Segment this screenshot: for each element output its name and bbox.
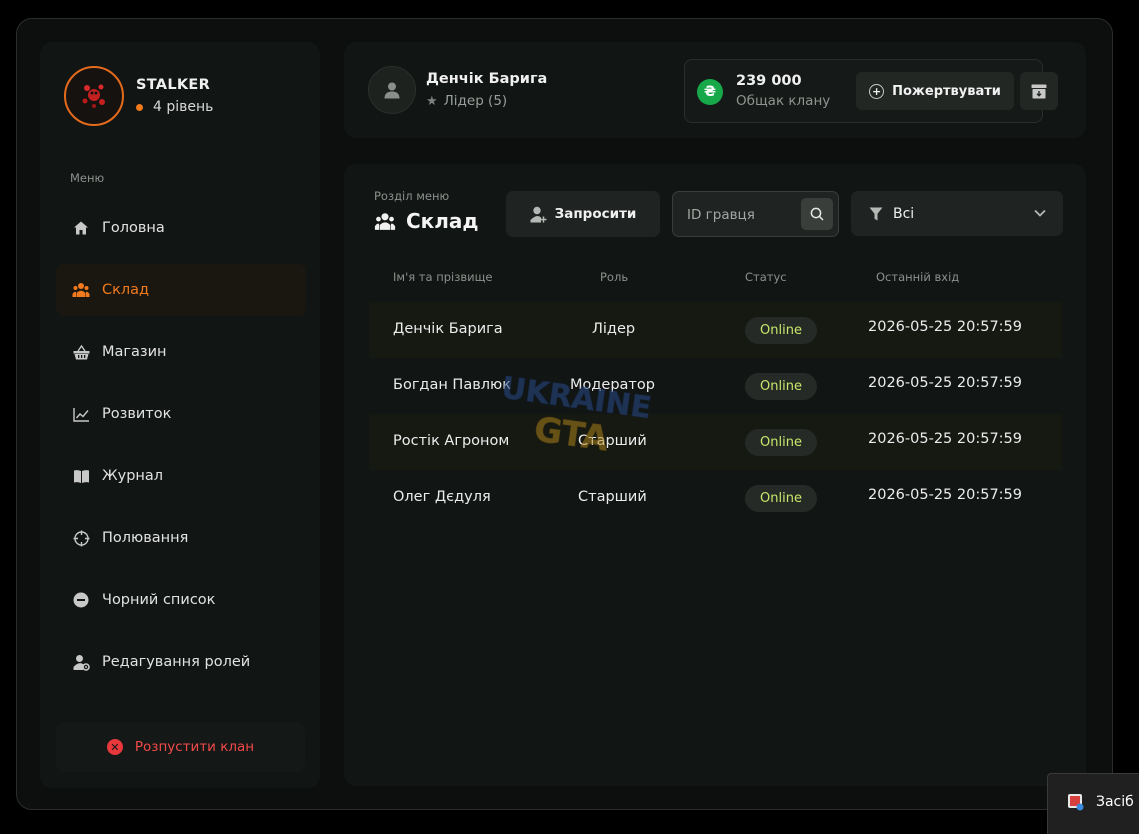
status-badge: Online [745,485,817,512]
taskbar-window-preview[interactable]: Засіб з [1047,773,1139,834]
clan-avatar [64,66,124,126]
sidebar-item-label: Журнал [102,468,164,484]
member-role: Старший [578,433,647,449]
invite-button[interactable]: Запросити [506,191,660,237]
sidebar-item-home[interactable]: Головна [56,202,306,254]
sidebar-item-shop[interactable]: Магазин [56,326,306,378]
role-filter-select[interactable]: Всі [851,191,1063,236]
clan-name: STALKER [136,77,211,93]
member-last-login: 2026-05-25 20:57:59 [868,319,1022,335]
archive-icon [1031,84,1047,98]
sidebar-item-label: Магазин [102,344,167,360]
leader-info: Денчік Барига ★ Лідер (5) [368,66,547,114]
page-title-label: Склад [406,209,479,233]
sidebar: STALKER 4 рівень Меню Головна Склад Мага… [40,42,320,788]
member-role: Модератор [570,377,655,393]
user-plus-icon [530,206,547,223]
clan-level-label: 4 рівень [153,99,214,115]
taskbar-label: Засіб з [1096,794,1139,810]
bank-label: Общак клану [736,93,831,109]
member-last-login: 2026-05-25 20:57:59 [868,431,1022,447]
table-header: Ім'я та прізвище Роль Статус Останній вх… [344,270,1086,286]
filter-value: Всі [893,205,915,222]
users-icon [72,281,90,299]
member-role: Старший [578,489,647,505]
level-dot-icon [136,103,143,111]
bank-amount: 239 000 [736,73,802,89]
member-last-login: 2026-05-25 20:57:59 [868,375,1022,391]
sidebar-item-label: Полювання [102,530,189,546]
section-caption: Розділ меню [374,189,450,203]
chart-icon [72,405,90,423]
plus-circle-icon: + [869,83,885,99]
minus-circle-icon [72,591,90,609]
clan-header-panel: Денчік Барига ★ Лідер (5) ₴ 239 000 Обща… [344,42,1086,138]
sidebar-item-label: Чорний список [102,592,216,608]
member-name: Олег Дєдуля [393,489,491,505]
member-role: Лідер [592,321,636,337]
sidebar-item-warehouse[interactable]: Склад [56,264,306,316]
sidebar-item-label: Редагування ролей [102,654,251,670]
table-row[interactable]: Денчік Барига Лідер Online 2026-05-25 20… [369,302,1062,358]
column-header-last-login: Останній вхід [876,270,960,284]
status-badge: Online [745,429,817,456]
book-icon [72,467,90,485]
member-last-login: 2026-05-25 20:57:59 [868,487,1022,503]
member-name: Денчік Барига [393,321,503,337]
crosshair-icon [72,529,90,547]
members-panel: Розділ меню Склад Запросити Всі Ім'я та … [344,164,1086,786]
status-badge: Online [745,317,817,344]
member-name: Богдан Павлюк [393,377,512,393]
disband-clan-button[interactable]: ✕ Розпустити клан [56,722,305,772]
filter-icon [869,207,883,221]
clan-level: 4 рівень [136,99,213,115]
sidebar-item-journal[interactable]: Журнал [56,450,306,502]
sidebar-item-development[interactable]: Розвиток [56,388,306,440]
donate-button[interactable]: + Пожертвувати [856,72,1014,110]
clan-profile: STALKER 4 рівень [64,66,213,126]
home-icon [72,219,90,237]
clan-bank: ₴ 239 000 Общак клану + Пожертвувати [684,59,1058,123]
player-id-input[interactable] [687,205,797,225]
search-icon [810,207,824,221]
leader-name: Денчік Барига [426,71,548,87]
star-icon: ★ [426,93,438,109]
sidebar-item-label: Розвиток [102,406,172,422]
leader-role-label: Лідер (5) [443,93,508,109]
user-icon [384,82,400,99]
menu-caption: Меню [70,171,105,185]
close-icon: ✕ [106,739,123,755]
search-button[interactable] [801,198,833,230]
snipping-tool-icon [1068,794,1084,811]
sidebar-item-blacklist[interactable]: Чорний список [56,574,306,626]
leader-role: ★ Лідер (5) [426,93,547,109]
sidebar-item-label: Склад [102,282,150,298]
sidebar-item-label: Головна [102,220,165,236]
column-header-status: Статус [745,270,787,284]
sidebar-item-hunting[interactable]: Полювання [56,512,306,564]
player-id-search [672,191,839,237]
column-header-role: Роль [600,270,629,284]
hryvnia-coin-icon: ₴ [697,79,723,105]
leader-avatar [368,66,416,114]
table-row[interactable]: Олег Дєдуля Старший Online 2026-05-25 20… [369,470,1062,526]
chevron-down-icon [1033,206,1047,220]
disband-clan-label: Розпустити клан [134,739,255,755]
member-name: Ростік Агроном [393,433,510,449]
table-row[interactable]: Ростік Агроном Старший Online 2026-05-25… [369,414,1062,470]
archive-button[interactable] [1020,72,1058,110]
clan-emblem-icon [82,84,105,108]
status-badge: Online [745,373,817,400]
invite-label: Запросити [554,206,637,222]
users-icon [374,212,396,231]
sidebar-menu: Головна Склад Магазин Розвиток Журнал По… [56,202,306,698]
donate-label: Пожертвувати [892,83,1001,99]
page-title: Склад [374,209,479,233]
basket-icon [72,343,90,361]
user-gear-icon [72,653,90,671]
column-header-name: Ім'я та прізвище [393,270,493,284]
table-row[interactable]: Богдан Павлюк Модератор Online 2026-05-2… [369,358,1062,414]
sidebar-item-edit-roles[interactable]: Редагування ролей [56,636,306,688]
